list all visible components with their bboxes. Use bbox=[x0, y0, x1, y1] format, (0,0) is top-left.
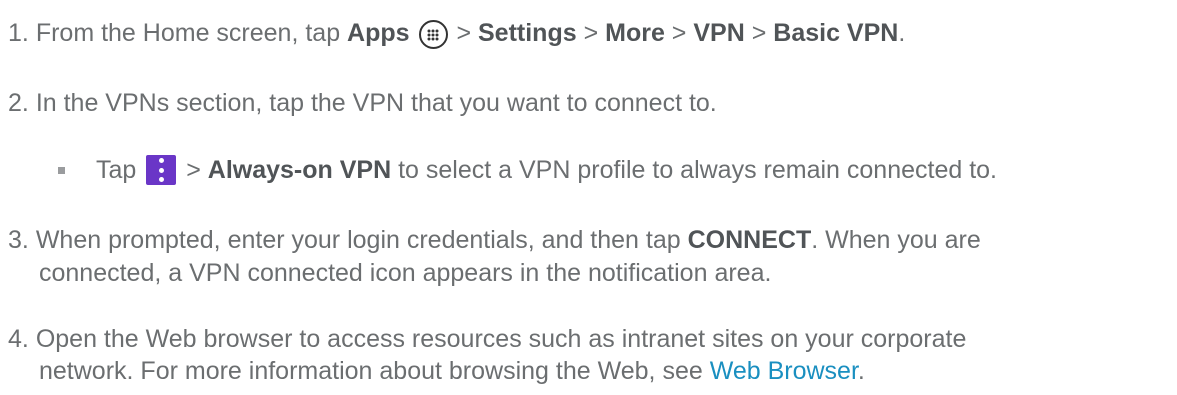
separator: > bbox=[576, 19, 606, 47]
always-on-vpn-label: Always-on VPN bbox=[207, 156, 392, 184]
step-number: 3. bbox=[8, 226, 29, 254]
period: . bbox=[898, 19, 906, 47]
apps-grid-icon bbox=[418, 20, 448, 49]
web-browser-link[interactable]: Web Browser bbox=[710, 357, 858, 385]
sub-bullet-text: to select a VPN profile to always remain… bbox=[391, 156, 997, 184]
step-number: 4. bbox=[8, 325, 29, 353]
step-text: Open the Web browser to access resources… bbox=[35, 325, 967, 353]
tap-text: Tap bbox=[96, 156, 137, 184]
step-text: When prompted, enter your login credenti… bbox=[35, 226, 688, 254]
separator: > bbox=[664, 19, 694, 47]
separator: > bbox=[179, 156, 208, 184]
step-number: 1. bbox=[8, 19, 29, 47]
step-text: . When you are bbox=[811, 226, 981, 254]
step-4: 4. Open the Web browser to access resour… bbox=[8, 324, 966, 354]
bullet-marker bbox=[58, 167, 65, 174]
settings-label: Settings bbox=[478, 19, 577, 47]
period: . bbox=[857, 357, 865, 385]
step-4-line-2: network. For more information about brow… bbox=[39, 356, 865, 386]
step-1: 1. From the Home screen, tap Apps > Sett… bbox=[8, 18, 905, 49]
step-3-line-2: connected, a VPN connected icon appears … bbox=[39, 259, 772, 287]
vpn-label: VPN bbox=[693, 19, 745, 47]
step-text: network. For more information about brow… bbox=[39, 357, 710, 385]
basic-vpn-label: Basic VPN bbox=[773, 19, 899, 47]
separator: > bbox=[744, 19, 774, 47]
apps-label: Apps bbox=[347, 19, 410, 47]
step-2: 2. In the VPNs section, tap the VPN that… bbox=[8, 88, 717, 118]
step-text: In the VPNs section, tap the VPN that yo… bbox=[35, 89, 717, 117]
separator: > bbox=[449, 19, 478, 47]
step-number: 2. bbox=[8, 89, 29, 117]
step-3: 3. When prompted, enter your login crede… bbox=[8, 225, 981, 255]
more-options-icon bbox=[146, 155, 177, 185]
sub-bullet: Tap > Always-on VPN to select a VPN prof… bbox=[96, 155, 997, 185]
more-label: More bbox=[605, 19, 665, 47]
step-text: From the Home screen, tap bbox=[35, 19, 348, 47]
connect-label: CONNECT bbox=[687, 226, 812, 254]
